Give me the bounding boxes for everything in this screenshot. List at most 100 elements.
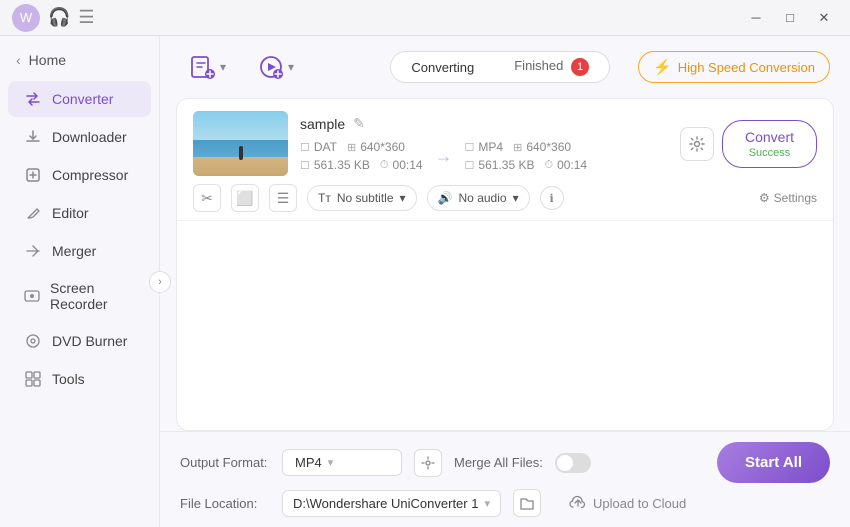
- audio-select[interactable]: 🔊 No audio ▾: [427, 185, 530, 211]
- bottom-row-location: File Location: D:\Wondershare UniConvert…: [180, 489, 830, 517]
- clock-icon-from: ⏱: [380, 159, 389, 172]
- sidebar-item-screen-recorder[interactable]: Screen Recorder: [8, 271, 151, 321]
- output-format-select[interactable]: MP4 ▾: [282, 449, 402, 476]
- back-arrow-icon: ‹: [16, 52, 21, 68]
- sidebar-item-tools[interactable]: Tools: [8, 361, 151, 397]
- settings-link[interactable]: ⚙ Settings: [759, 191, 817, 205]
- subtitle-chevron: ▾: [400, 191, 406, 205]
- file-settings-icon-button[interactable]: [680, 127, 714, 161]
- convert-arrow-icon: →: [435, 146, 453, 167]
- merger-label: Merger: [52, 243, 96, 259]
- audio-value: No audio: [459, 191, 507, 205]
- effects-icon[interactable]: ☰: [269, 184, 297, 212]
- titlebar-icons: W 🎧 ☰: [12, 4, 95, 32]
- app-icon: W: [12, 4, 40, 32]
- cut-icon[interactable]: ✂: [193, 184, 221, 212]
- downloader-label: Downloader: [52, 129, 127, 145]
- to-size-icon: ☐: [465, 159, 475, 172]
- dvd-burner-label: DVD Burner: [52, 333, 127, 349]
- resolution-icon: ⊞: [347, 141, 356, 154]
- browse-folder-button[interactable]: [513, 489, 541, 517]
- from-size: 561.35 KB: [314, 158, 370, 172]
- format-icon: ☐: [300, 141, 310, 154]
- file-thumbnail: [193, 111, 288, 176]
- file-actions: Convert Success: [680, 120, 817, 168]
- to-duration: 00:14: [557, 158, 587, 172]
- home-label: Home: [29, 52, 66, 68]
- titlebar: W 🎧 ☰ ─ □ ✕: [0, 0, 850, 36]
- convert-label: Convert: [745, 129, 794, 145]
- to-size: 561.35 KB: [478, 158, 534, 172]
- file-list-area: sample ✎ ☐ DAT ⊞ 640*360: [176, 98, 834, 431]
- edit-icon[interactable]: ✎: [353, 115, 365, 132]
- close-button[interactable]: ✕: [810, 8, 838, 28]
- sidebar-item-converter[interactable]: Converter: [8, 81, 151, 117]
- bottom-bar: Output Format: MP4 ▾ Merge All Files: St…: [160, 431, 850, 527]
- dvd-burner-icon: [24, 332, 42, 350]
- convert-button[interactable]: Convert Success: [722, 120, 817, 168]
- file-name-row: sample ✎: [300, 115, 668, 132]
- subtitle-text-icon: Tт: [318, 191, 331, 205]
- sidebar-collapse-button[interactable]: ›: [149, 271, 171, 293]
- file-location-label: File Location:: [180, 496, 270, 511]
- headphone-icon: 🎧: [48, 7, 70, 28]
- subtitle-select[interactable]: Tт No subtitle ▾: [307, 185, 417, 211]
- toggle-knob: [557, 455, 573, 471]
- lightning-icon: ⚡: [653, 58, 672, 76]
- merge-toggle[interactable]: [555, 453, 591, 473]
- location-chevron-icon: ▾: [484, 497, 490, 510]
- crop-icon[interactable]: ⬜: [231, 184, 259, 212]
- sidebar-item-editor[interactable]: Editor: [8, 195, 151, 231]
- file-row-controls: ✂ ⬜ ☰ Tт No subtitle ▾ 🔊 No audio ▾ ℹ: [193, 176, 817, 220]
- to-format-icon: ☐: [465, 141, 475, 154]
- tab-converting[interactable]: Converting: [391, 54, 494, 81]
- sidebar-item-compressor[interactable]: Compressor: [8, 157, 151, 193]
- to-format: MP4: [478, 140, 503, 154]
- minimize-button[interactable]: ─: [742, 8, 770, 28]
- downloader-icon: [24, 128, 42, 146]
- info-icon[interactable]: ℹ: [540, 186, 564, 210]
- merge-all-label: Merge All Files:: [454, 455, 543, 470]
- menu-icon: ☰: [78, 7, 94, 28]
- file-location-value: D:\Wondershare UniConverter 1: [293, 496, 478, 511]
- home-link[interactable]: ‹ Home: [0, 44, 159, 80]
- add-media-chevron: ▾: [288, 60, 294, 74]
- screen-recorder-label: Screen Recorder: [50, 280, 135, 312]
- from-format: DAT: [314, 140, 337, 154]
- settings-gear-icon: ⚙: [759, 191, 770, 205]
- file-row: sample ✎ ☐ DAT ⊞ 640*360: [177, 99, 833, 221]
- from-duration: 00:14: [393, 158, 423, 172]
- settings-label: Settings: [774, 191, 817, 205]
- sidebar-item-dvd-burner[interactable]: DVD Burner: [8, 323, 151, 359]
- upload-cloud-button[interactable]: Upload to Cloud: [569, 494, 686, 512]
- high-speed-button[interactable]: ⚡ High Speed Conversion: [638, 51, 830, 83]
- merger-icon: [24, 242, 42, 260]
- tabs-container: Converting Finished 1: [390, 51, 610, 83]
- compressor-label: Compressor: [52, 167, 128, 183]
- sidebar-item-downloader[interactable]: Downloader: [8, 119, 151, 155]
- converter-icon: [24, 90, 42, 108]
- sidebar-item-merger[interactable]: Merger: [8, 233, 151, 269]
- sidebar: ‹ Home Converter Downloader: [0, 36, 160, 527]
- upload-cloud-label: Upload to Cloud: [593, 496, 686, 511]
- add-file-button[interactable]: ▾: [180, 48, 236, 86]
- toolbar: ▾ ▾ Converting Finished 1: [160, 36, 850, 98]
- bottom-row-format: Output Format: MP4 ▾ Merge All Files: St…: [180, 442, 830, 483]
- tools-icon: [24, 370, 42, 388]
- to-resolution-icon: ⊞: [513, 141, 522, 154]
- tab-finished[interactable]: Finished 1: [494, 52, 609, 82]
- output-format-value: MP4: [295, 455, 322, 470]
- screen-recorder-icon: [24, 287, 40, 305]
- add-media-button[interactable]: ▾: [248, 48, 304, 86]
- file-meta: ☐ DAT ⊞ 640*360 ☐ 561.35 KB ⏱ 00:14: [300, 140, 668, 172]
- format-settings-icon[interactable]: [414, 449, 442, 477]
- maximize-button[interactable]: □: [776, 8, 804, 28]
- folder-icon-from: ☐: [300, 159, 310, 172]
- output-format-label: Output Format:: [180, 455, 270, 470]
- file-location-select[interactable]: D:\Wondershare UniConverter 1 ▾: [282, 490, 501, 517]
- start-all-button[interactable]: Start All: [717, 442, 830, 483]
- main-content: ▾ ▾ Converting Finished 1: [160, 36, 850, 527]
- add-file-chevron: ▾: [220, 60, 226, 74]
- convert-success-label: Success: [749, 147, 791, 159]
- file-name: sample: [300, 116, 345, 132]
